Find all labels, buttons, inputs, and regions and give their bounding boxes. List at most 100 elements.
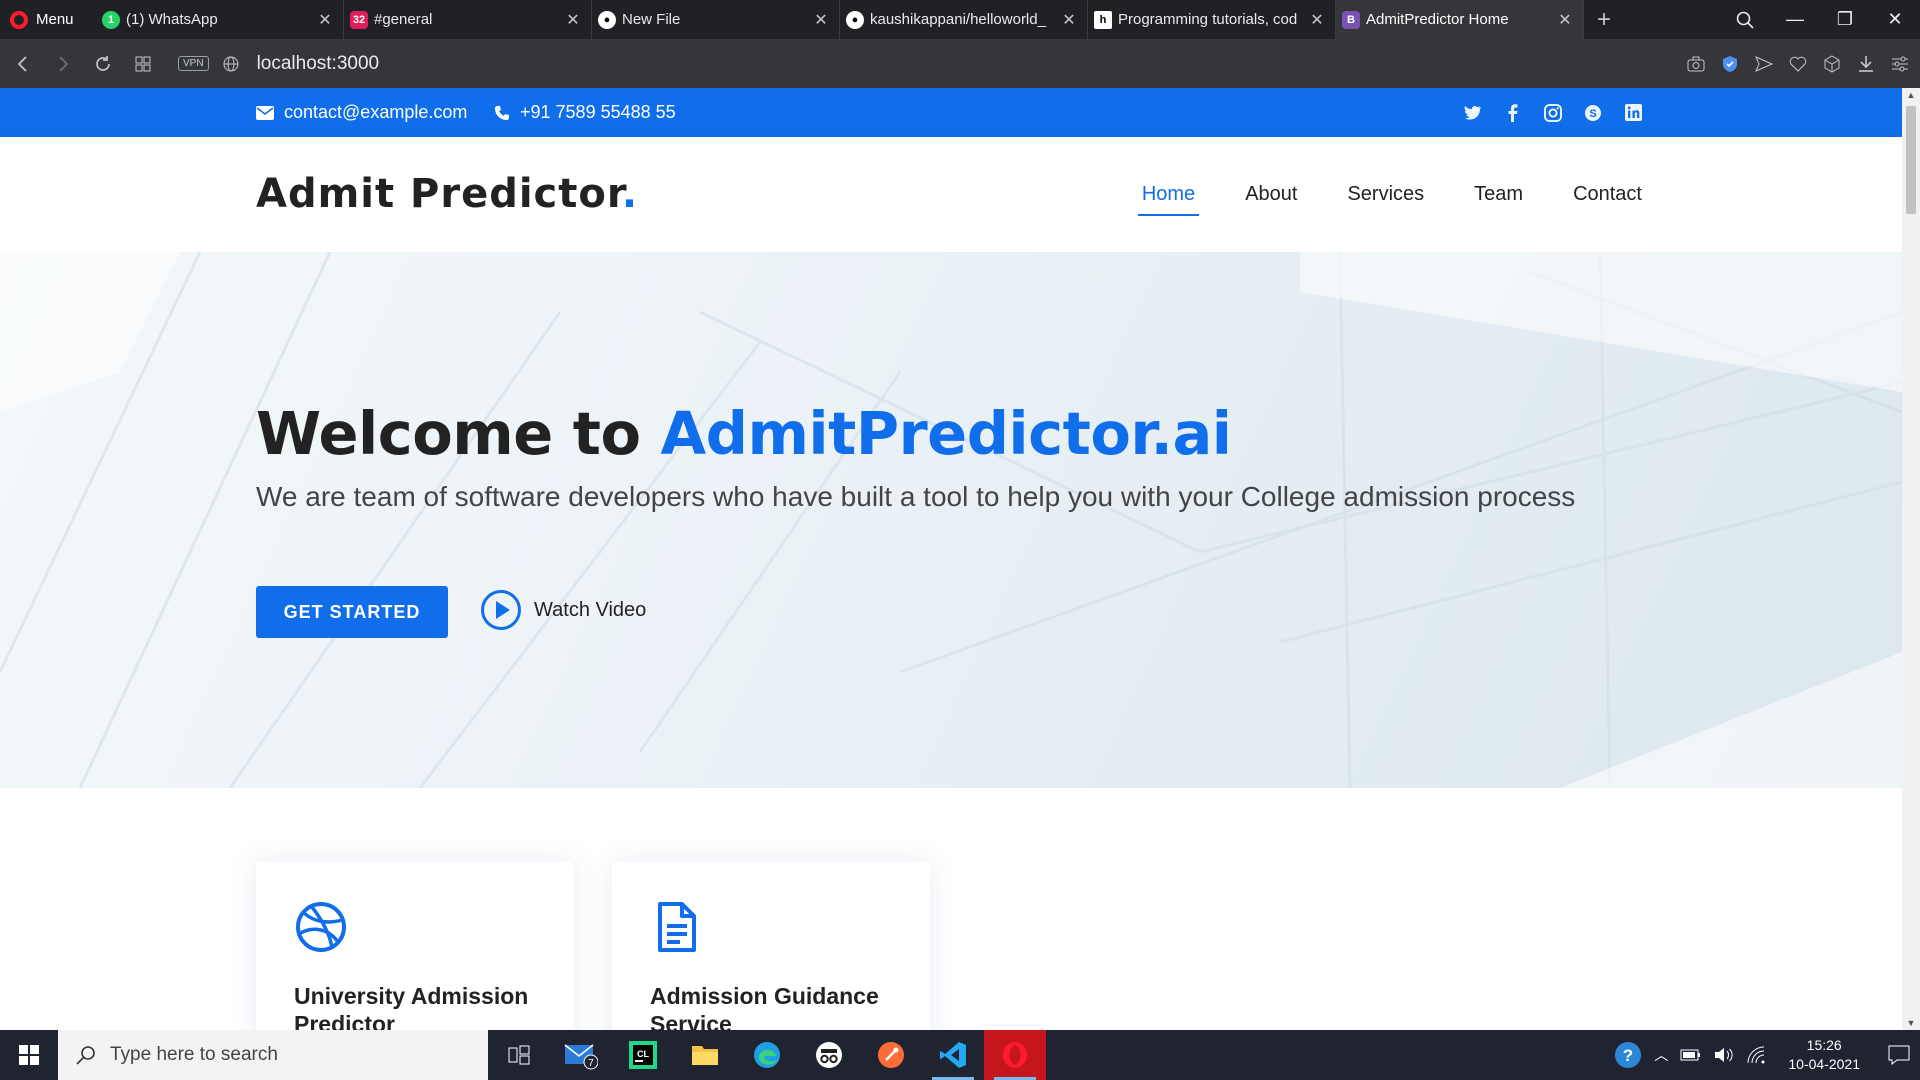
contact-topbar: contact@example.com +91 7589 55488 55 S [0, 88, 1902, 137]
heart-icon[interactable] [1788, 54, 1808, 74]
reload-icon[interactable] [86, 47, 120, 81]
menu-label: Menu [36, 11, 74, 28]
service-card[interactable]: Admission Guidance Service [612, 862, 930, 1030]
nav-home[interactable]: Home [1137, 175, 1200, 216]
phone-contact[interactable]: +91 7589 55488 55 [494, 88, 676, 137]
tab-github-new-file[interactable]: ● New File ✕ [592, 0, 840, 39]
vpn-badge[interactable]: VPN [178, 56, 209, 71]
get-started-button[interactable]: GET STARTED [256, 586, 448, 638]
send-icon[interactable] [1754, 54, 1774, 74]
new-tab-button[interactable]: + [1584, 6, 1624, 34]
tab-github-repo[interactable]: ● kaushikappani/helloworld_ ✕ [840, 0, 1088, 39]
volume-icon[interactable] [1714, 1046, 1734, 1064]
postman-icon[interactable] [860, 1030, 922, 1080]
url-field[interactable]: localhost:3000 [257, 53, 380, 75]
battery-icon[interactable] [1680, 1048, 1702, 1062]
clock-date: 10-04-2021 [1788, 1056, 1860, 1072]
forward-icon[interactable] [46, 47, 80, 81]
svg-text:S: S [1589, 108, 1596, 120]
slack-icon: 32 [350, 10, 368, 29]
download-icon[interactable] [1856, 54, 1876, 74]
opera-logo-icon [10, 10, 28, 29]
cube-icon[interactable] [1822, 54, 1842, 74]
close-icon[interactable]: ✕ [565, 10, 581, 30]
system-tray: ? ︿ 15:26 10-04-2021 [1614, 1030, 1920, 1080]
tab-admitpredictor[interactable]: B AdmitPredictor Home ✕ [1336, 0, 1584, 39]
skype-icon[interactable]: S [1584, 104, 1602, 122]
service-card[interactable]: University Admission Predictor [256, 862, 574, 1030]
close-icon[interactable]: ✕ [317, 10, 333, 30]
vscode-icon[interactable] [922, 1030, 984, 1080]
file-text-icon [658, 902, 696, 952]
help-icon[interactable]: ? [1614, 1041, 1642, 1069]
clion-app-icon[interactable]: CL [612, 1030, 674, 1080]
close-window-button[interactable]: ✕ [1870, 0, 1920, 39]
mail-app-icon[interactable]: 7 [550, 1030, 612, 1080]
linkedin-icon[interactable] [1624, 104, 1642, 122]
restore-button[interactable]: ❐ [1820, 0, 1870, 39]
camera-icon[interactable] [1686, 54, 1706, 74]
close-icon[interactable]: ✕ [1061, 10, 1077, 30]
chevron-up-icon[interactable]: ︿ [1654, 1045, 1668, 1065]
phone-icon [495, 105, 509, 120]
phone-text: +91 7589 55488 55 [520, 102, 676, 122]
task-view-icon[interactable] [488, 1030, 550, 1080]
scroll-down-icon[interactable]: ▼ [1906, 1018, 1916, 1028]
github-icon: ● [598, 10, 616, 29]
opera-menu-button[interactable]: Menu [0, 0, 96, 39]
hero-title-brand: AdmitPredictor.ai [660, 399, 1232, 468]
site-h-icon: h [1094, 10, 1112, 29]
nav-contact[interactable]: Contact [1569, 175, 1646, 214]
card-title: University Admission Predictor [294, 983, 529, 1030]
windows-logo-icon [19, 1045, 39, 1065]
tab-title: kaushikappani/helloworld_ [870, 11, 1046, 28]
site-logo[interactable]: Admit Predictor. [256, 171, 638, 217]
instagram-icon[interactable] [1544, 103, 1562, 122]
back-icon[interactable] [6, 47, 40, 81]
watch-video-link[interactable]: Watch Video [480, 588, 646, 632]
nav-services[interactable]: Services [1343, 175, 1428, 214]
logo-dot: . [621, 171, 639, 217]
svg-text:?: ? [1623, 1046, 1633, 1065]
tab-whatsapp[interactable]: 1 (1) WhatsApp ✕ [96, 0, 344, 39]
facebook-icon[interactable] [1504, 103, 1522, 122]
search-tabs-icon[interactable] [1720, 0, 1770, 39]
main-nav: Home About Services Team Contact [1137, 137, 1646, 252]
notifications-icon[interactable] [1888, 1045, 1910, 1065]
edge-browser-icon[interactable] [736, 1030, 798, 1080]
twitter-icon[interactable] [1464, 104, 1482, 122]
tab-slack-general[interactable]: 32 #general ✕ [344, 0, 592, 39]
tab-title: New File [622, 11, 681, 28]
speed-dial-icon[interactable] [126, 47, 160, 81]
nav-team[interactable]: Team [1470, 175, 1527, 214]
nav-about[interactable]: About [1241, 175, 1301, 214]
envelope-icon [256, 105, 274, 120]
tab-title: (1) WhatsApp [126, 11, 218, 28]
taskbar-clock[interactable]: 15:26 10-04-2021 [1788, 1036, 1860, 1074]
close-icon[interactable]: ✕ [813, 10, 829, 30]
incognito-icon[interactable] [798, 1030, 860, 1080]
windows-start-button[interactable] [0, 1030, 58, 1080]
opera-browser-icon[interactable] [984, 1030, 1046, 1080]
windows-taskbar: Type here to search 7 CL ? ︿ 15:26 10-04… [0, 1030, 1920, 1080]
close-icon[interactable]: ✕ [1309, 10, 1325, 30]
page-scrollbar[interactable]: ▲ ▼ [1902, 88, 1920, 1030]
minimize-button[interactable]: — [1770, 0, 1820, 39]
taskbar-search[interactable]: Type here to search [58, 1030, 488, 1080]
email-contact[interactable]: contact@example.com [256, 88, 467, 137]
easy-setup-icon[interactable] [1890, 54, 1910, 74]
shield-icon[interactable] [1720, 54, 1740, 74]
scrollbar-thumb[interactable] [1906, 106, 1916, 214]
file-explorer-icon[interactable] [674, 1030, 736, 1080]
tab-programming-tutorials[interactable]: h Programming tutorials, cod ✕ [1088, 0, 1336, 39]
bootstrap-icon: B [1342, 10, 1360, 29]
scroll-up-icon[interactable]: ▲ [1906, 90, 1916, 100]
logo-text: Admit Predictor [256, 171, 622, 217]
globe-icon[interactable] [223, 56, 239, 72]
hero-title: Welcome to AdmitPredictor.ai [256, 399, 1232, 468]
close-icon[interactable]: ✕ [1557, 10, 1573, 30]
tab-title: Programming tutorials, cod [1118, 11, 1298, 28]
site-header: Admit Predictor. Home About Services Tea… [0, 137, 1902, 252]
whatsapp-icon: 1 [102, 10, 120, 29]
wifi-icon[interactable] [1746, 1046, 1766, 1064]
